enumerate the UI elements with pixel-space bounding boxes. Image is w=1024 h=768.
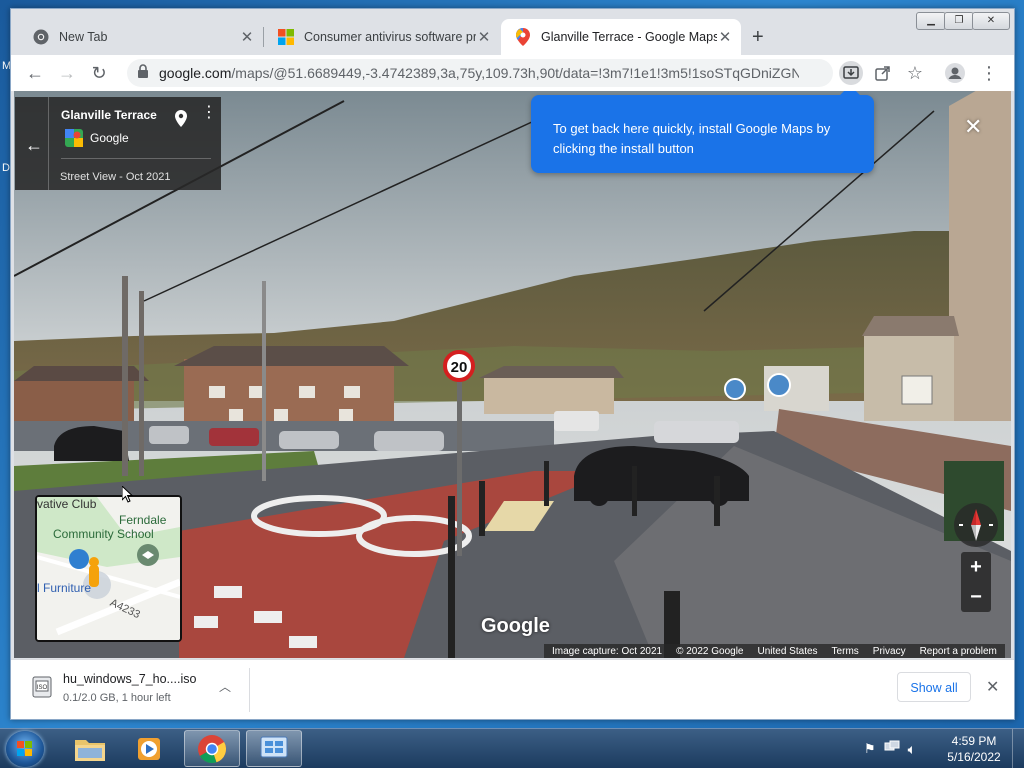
tab-new-tab[interactable]: New Tab ✕ xyxy=(19,19,263,55)
google-maps-logo-icon xyxy=(65,129,83,147)
taskbar: ⚑ 🔈︎ 4:59 PM 5/16/2022 xyxy=(0,728,1024,768)
zoom-out-button[interactable]: − xyxy=(961,582,991,612)
privacy-link[interactable]: Privacy xyxy=(873,646,906,657)
menu-kebab-icon[interactable]: ⋮ xyxy=(977,61,1001,85)
clock-time: 4:59 PM xyxy=(951,734,997,748)
forward-button[interactable]: → xyxy=(55,61,79,85)
map-label: vative Club xyxy=(37,497,97,511)
bookmark-star-icon[interactable]: ☆ xyxy=(903,61,927,85)
install-tooltip-text: To get back here quickly, install Google… xyxy=(553,121,831,156)
file-explorer-icon[interactable] xyxy=(62,730,118,767)
clock-date: 5/16/2022 xyxy=(947,750,1001,764)
close-window-button[interactable]: ✕ xyxy=(972,12,1010,30)
terms-link[interactable]: Terms xyxy=(832,646,859,657)
location-pin-icon[interactable] xyxy=(175,110,187,132)
copyright-text: © 2022 Google xyxy=(676,645,744,657)
microsoft-icon xyxy=(278,29,294,45)
close-tab-icon[interactable]: ✕ xyxy=(239,28,255,46)
tab-strip: New Tab ✕ Consumer antivirus software pr… xyxy=(11,9,1014,55)
desktop-edge-text: D xyxy=(2,162,10,174)
compass-icon[interactable] xyxy=(954,503,998,547)
browser-toolbar: ← → ↻ google.com/maps/@51.6689449,-3.474… xyxy=(11,55,1014,91)
taskbar-clock[interactable]: 4:59 PM 5/16/2022 xyxy=(944,733,1004,765)
volume-icon[interactable]: 🔈︎ xyxy=(908,741,916,758)
close-icon[interactable]: ✕ xyxy=(964,114,982,140)
show-desktop-button[interactable] xyxy=(1012,729,1024,768)
download-divider xyxy=(249,668,250,712)
share-icon[interactable] xyxy=(871,61,895,85)
iso-file-icon: ISO xyxy=(31,676,53,698)
maximize-button[interactable]: ❐ xyxy=(944,12,974,30)
close-tab-icon[interactable]: ✕ xyxy=(476,28,492,46)
minimize-button[interactable]: ▁ xyxy=(916,12,946,30)
control-panel-icon[interactable] xyxy=(246,730,302,767)
chevron-up-icon[interactable]: ︿ xyxy=(219,678,231,695)
lock-icon xyxy=(137,63,151,83)
show-all-button[interactable]: Show all xyxy=(897,672,971,702)
download-status: 0.1/2.0 GB, 1 hour left xyxy=(63,692,171,704)
zoom-controls: + − xyxy=(961,552,991,612)
google-watermark: Google xyxy=(481,615,550,637)
card-divider xyxy=(61,158,211,159)
chrome-icon xyxy=(33,29,49,45)
url-path: /maps/@51.6689449,-3.4742389,3a,75y,109.… xyxy=(231,65,799,81)
report-problem-link[interactable]: Report a problem xyxy=(920,646,997,657)
profile-avatar-icon[interactable] xyxy=(943,61,967,85)
place-info-card: ← Glanville Terrace Google ⋮ Street View… xyxy=(15,97,221,190)
provider-name: Google xyxy=(90,131,129,145)
tab-label: New Tab xyxy=(59,30,108,44)
street-view-date: Street View - Oct 2021 xyxy=(60,171,171,183)
start-button[interactable] xyxy=(6,731,44,767)
network-icon[interactable] xyxy=(884,740,900,759)
tab-label: Glanville Terrace - Google Maps xyxy=(541,30,717,44)
tab-google-maps[interactable]: Glanville Terrace - Google Maps ✕ xyxy=(501,19,741,55)
mini-map[interactable]: vative Club Ferndale Community School l … xyxy=(35,495,182,642)
tab-label: Consumer antivirus software providers xyxy=(304,30,476,44)
url-domain: google.com xyxy=(159,65,232,81)
speed-limit-sign-text: 20 xyxy=(451,359,468,376)
map-footer: Image capture: Oct 2021 © 2022 Google Un… xyxy=(544,644,1005,658)
svg-text:ISO: ISO xyxy=(37,685,48,691)
zoom-in-button[interactable]: + xyxy=(961,552,991,582)
mouse-cursor-icon xyxy=(121,484,134,509)
street-view-panorama[interactable]: 20 ← Glanville Terrace Google ⋮ Street V… xyxy=(14,91,1011,658)
download-bar: ISO hu_windows_7_ho....iso 0.1/2.0 GB, 1… xyxy=(11,659,1014,719)
map-label: Community School xyxy=(53,527,154,541)
close-download-bar-icon[interactable]: ✕ xyxy=(986,677,999,697)
download-filename[interactable]: hu_windows_7_ho....iso xyxy=(63,672,196,686)
tab-antivirus[interactable]: Consumer antivirus software providers ✕ xyxy=(264,19,500,55)
reload-button[interactable]: ↻ xyxy=(87,61,111,85)
system-tray: ⚑ 🔈︎ xyxy=(864,731,916,767)
close-tab-icon[interactable]: ✕ xyxy=(717,28,733,46)
tooltip-caret xyxy=(840,91,860,105)
url-text: google.com/maps/@51.6689449,-3.4742389,3… xyxy=(159,65,799,81)
media-player-icon[interactable] xyxy=(122,730,178,767)
chrome-window: New Tab ✕ Consumer antivirus software pr… xyxy=(10,8,1015,720)
install-app-icon[interactable] xyxy=(839,61,863,85)
install-tooltip: To get back here quickly, install Google… xyxy=(531,91,874,173)
address-bar[interactable]: google.com/maps/@51.6689449,-3.4742389,3… xyxy=(127,59,833,87)
action-center-flag-icon[interactable]: ⚑ xyxy=(864,741,876,757)
new-tab-button[interactable]: + xyxy=(752,26,764,49)
back-arrow-icon[interactable]: ← xyxy=(25,135,43,156)
image-capture-date: Image capture: Oct 2021 xyxy=(552,645,663,657)
google-maps-icon xyxy=(515,28,531,46)
map-label: l Furniture xyxy=(37,581,92,595)
map-label: Ferndale xyxy=(119,513,167,527)
more-options-icon[interactable]: ⋮ xyxy=(201,105,217,121)
back-button[interactable]: ← xyxy=(23,61,47,85)
card-divider xyxy=(48,97,49,190)
place-title: Glanville Terrace xyxy=(61,108,157,122)
region-link[interactable]: United States xyxy=(758,646,818,657)
chrome-taskbar-icon[interactable] xyxy=(184,730,240,767)
